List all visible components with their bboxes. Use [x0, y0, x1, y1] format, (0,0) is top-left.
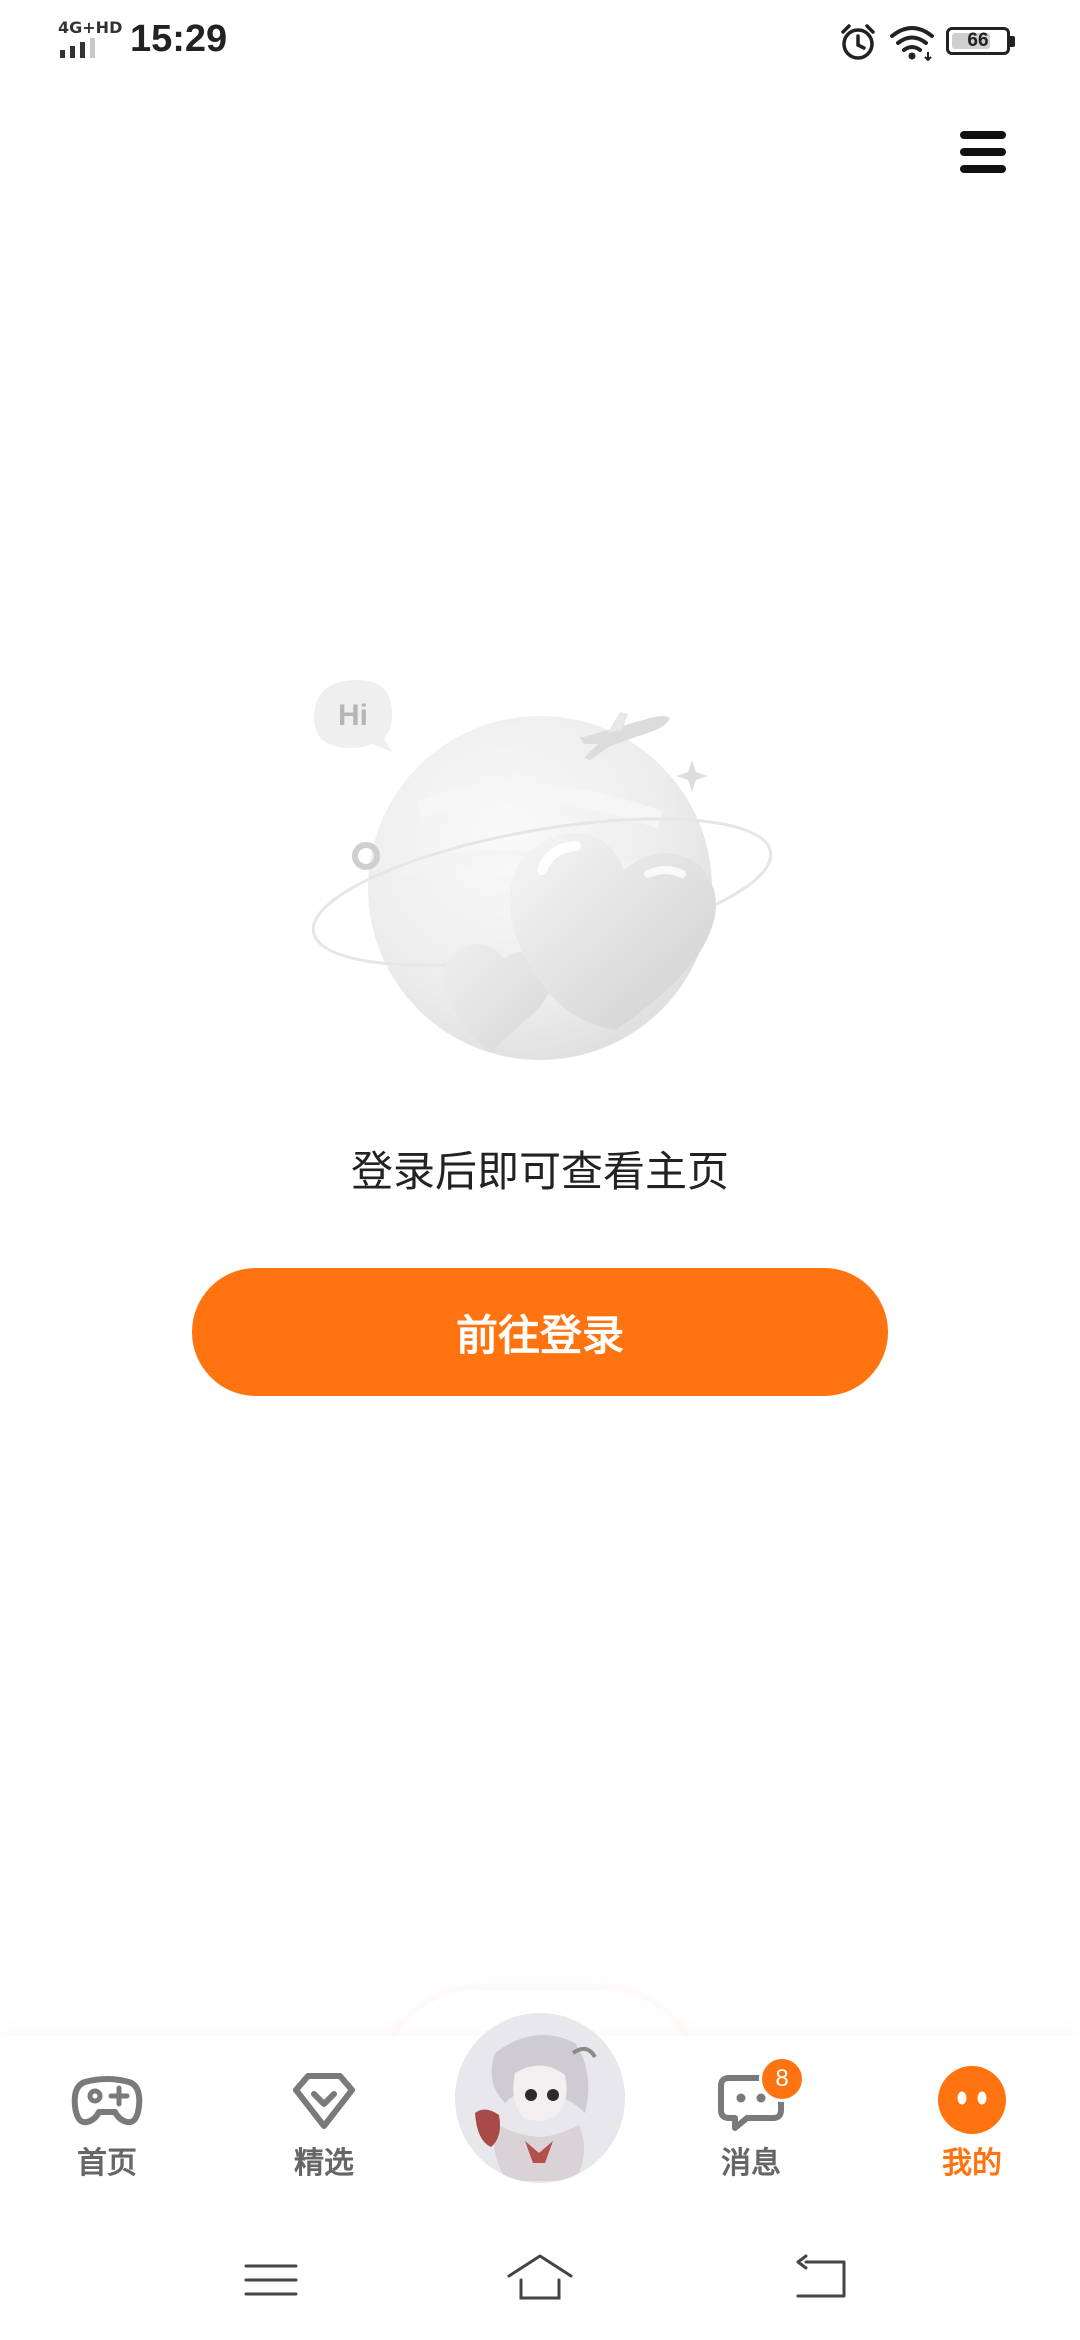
status-time: 15:29 [130, 18, 228, 60]
hi-bubble: Hi [314, 680, 392, 752]
alarm-icon [841, 24, 875, 60]
screen: 4G+HD 15:29 66 Hi 登录后即可查看主页 前往登录 首页 精选 8… [0, 0, 1080, 2340]
back-icon[interactable] [786, 2250, 856, 2310]
tab-home[interactable]: 首页 [37, 2060, 177, 2181]
wifi-icon [890, 26, 934, 62]
message-badge: 8 [759, 2056, 805, 2102]
status-bar: 4G+HD 15:29 66 [0, 0, 1080, 84]
recent-apps-icon[interactable] [236, 2250, 306, 2310]
avatar-image [455, 2013, 625, 2183]
face-icon [938, 2066, 1006, 2134]
heart-gem-icon [293, 2073, 355, 2129]
tab-profile-label: 我的 [942, 2146, 1002, 2181]
gamepad-icon [71, 2076, 143, 2126]
tab-messages[interactable]: 8 消息 [681, 2056, 821, 2181]
avatar[interactable] [455, 2013, 625, 2183]
battery-icon: 66 [946, 27, 1016, 57]
battery-level: 66 [967, 30, 989, 51]
tab-profile[interactable]: 我的 [902, 2060, 1042, 2181]
login-button[interactable]: 前往登录 [192, 1268, 888, 1396]
network-type: 4G+HD [58, 18, 123, 37]
signal-icon [60, 38, 95, 58]
empty-state-illustration: Hi [311, 680, 773, 1060]
login-prompt: 登录后即可查看主页 [350, 1147, 729, 1196]
tab-messages-label: 消息 [721, 2146, 781, 2181]
home-nav-icon[interactable] [505, 2250, 575, 2310]
sparkle-icon [676, 760, 708, 792]
menu-icon[interactable] [952, 122, 1012, 182]
tab-featured-label: 精选 [294, 2146, 354, 2181]
tab-featured[interactable]: 精选 [254, 2060, 394, 2181]
tab-home-label: 首页 [77, 2146, 137, 2181]
hi-bubble-text: Hi [338, 699, 368, 732]
